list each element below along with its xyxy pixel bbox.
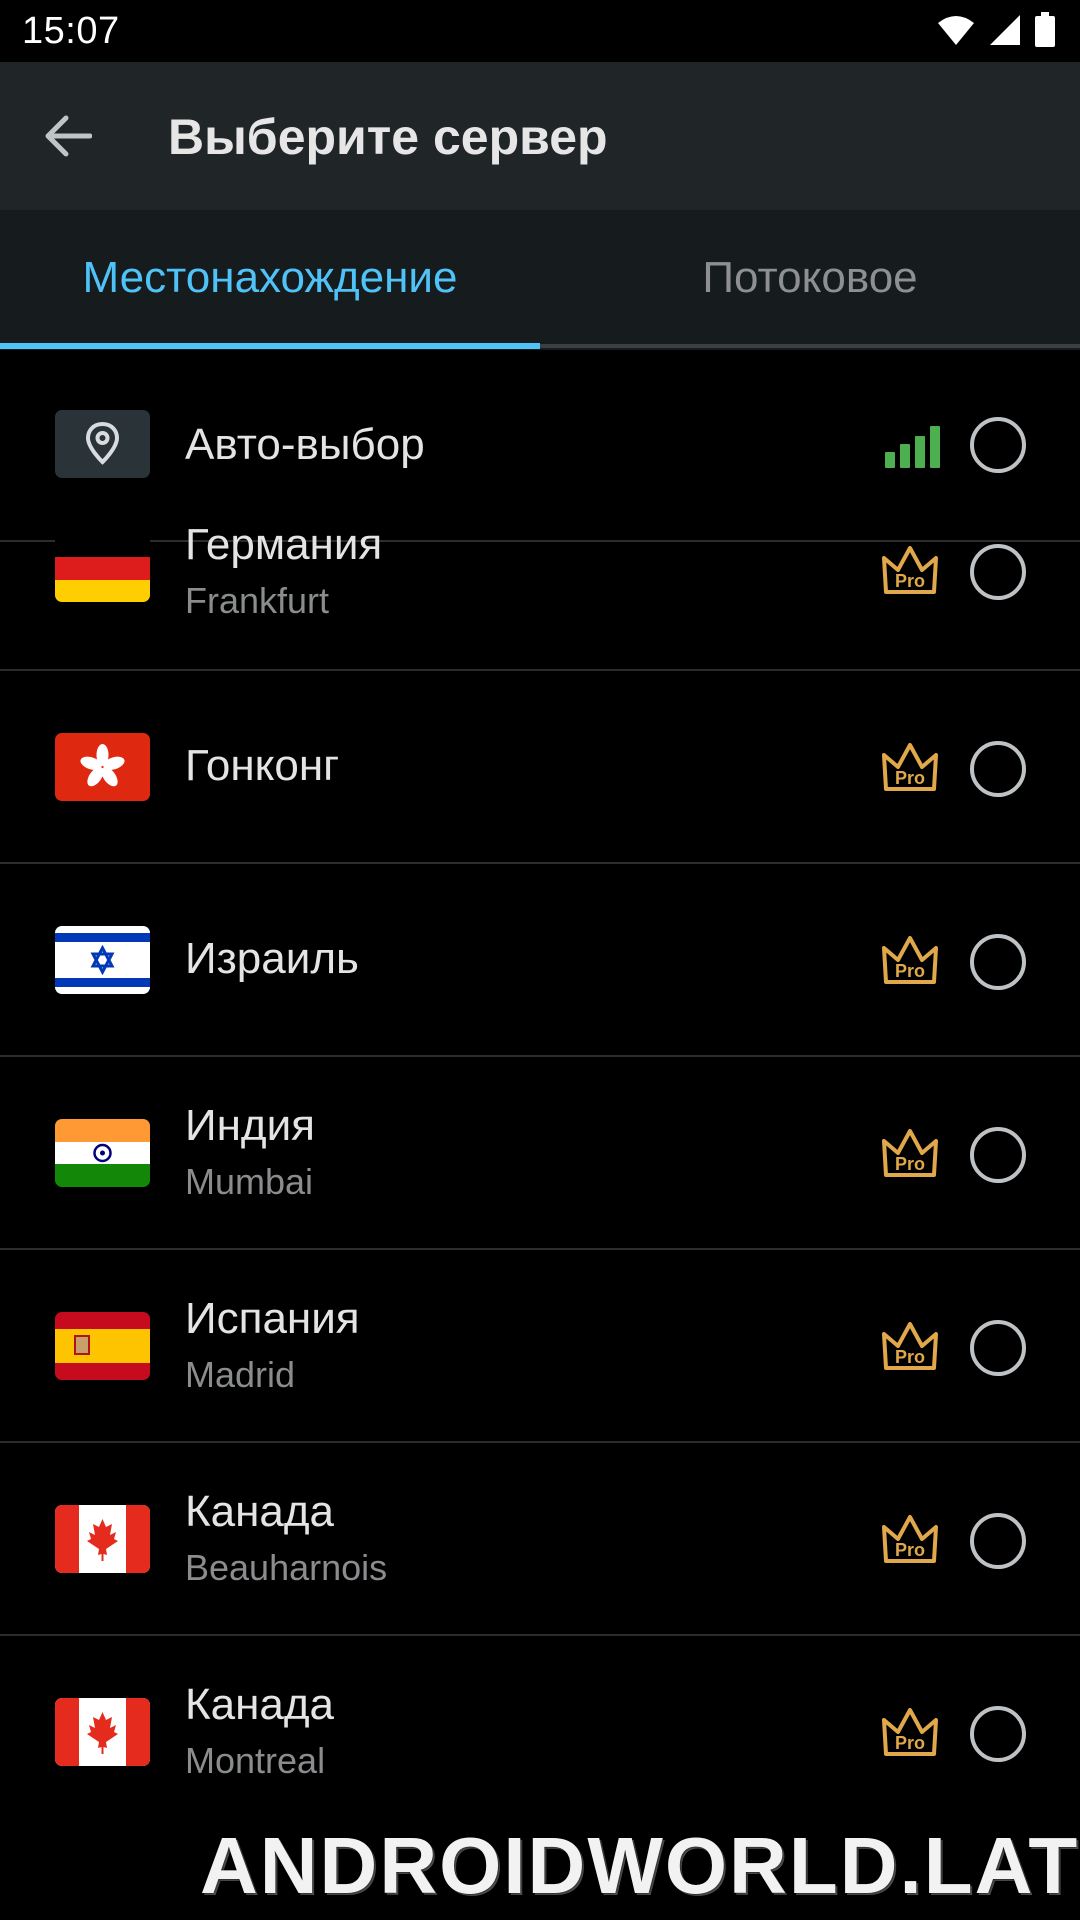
flag-israel xyxy=(55,926,150,994)
pro-label: Pro xyxy=(895,1154,925,1174)
server-title: Испания xyxy=(185,1294,360,1343)
server-row-hong-kong[interactable]: Гонконг Pro xyxy=(0,671,1080,864)
server-row-germany[interactable]: Германия Frankfurt Pro xyxy=(0,520,1080,671)
server-city: Beauharnois xyxy=(185,1547,388,1588)
pro-label: Pro xyxy=(895,1733,925,1753)
server-city: Frankfurt xyxy=(185,580,330,621)
pro-label: Pro xyxy=(895,961,925,981)
pro-label: Pro xyxy=(895,768,925,788)
server-list[interactable]: Авто-выбор Германия Frankfurt Pro Гонкон… xyxy=(0,350,1080,1920)
back-arrow-icon xyxy=(45,115,92,157)
app-bar: Выберите сервер xyxy=(0,62,1080,210)
radio-button[interactable] xyxy=(970,1513,1026,1569)
server-title: Канада xyxy=(185,1487,335,1536)
pro-crown-icon: Pro xyxy=(882,936,938,984)
pro-crown-icon: Pro xyxy=(882,1708,938,1756)
status-icons xyxy=(936,12,1056,48)
flag-canada xyxy=(55,1505,150,1573)
flag-india xyxy=(55,1119,150,1187)
tab-active-indicator xyxy=(0,343,540,349)
radio-button[interactable] xyxy=(970,1706,1026,1762)
pro-crown-icon: Pro xyxy=(882,1515,938,1563)
radio-button[interactable] xyxy=(970,1127,1026,1183)
radio-button[interactable] xyxy=(970,741,1026,797)
radio-button[interactable] xyxy=(970,417,1026,473)
server-title: Канада xyxy=(185,1680,335,1729)
pro-crown-icon: Pro xyxy=(882,743,938,791)
battery-icon xyxy=(1035,12,1055,47)
server-title: Индия xyxy=(185,1101,316,1150)
signal-strength-icon xyxy=(885,424,941,468)
server-row-spain[interactable]: Испания Madrid Pro xyxy=(0,1250,1080,1443)
server-row-canada-beauharnois[interactable]: Канада Beauharnois Pro xyxy=(0,1443,1080,1636)
server-title: Израиль xyxy=(185,934,359,983)
status-time: 15:07 xyxy=(22,10,120,52)
server-row-israel[interactable]: Израиль Pro xyxy=(0,864,1080,1057)
pro-label: Pro xyxy=(895,1347,925,1367)
flag-canada xyxy=(55,1698,150,1766)
location-pin-icon xyxy=(55,410,150,478)
back-button[interactable] xyxy=(28,100,108,172)
wifi-icon xyxy=(938,16,974,45)
server-title: Германия xyxy=(185,520,383,569)
flag-germany xyxy=(55,534,150,602)
radio-button[interactable] xyxy=(970,934,1026,990)
pro-label: Pro xyxy=(895,571,925,591)
cell-signal-icon xyxy=(990,15,1020,45)
page-title: Выберите сервер xyxy=(168,109,608,165)
radio-button[interactable] xyxy=(970,544,1026,600)
pro-crown-icon: Pro xyxy=(882,1322,938,1370)
server-title: Авто-выбор xyxy=(185,420,425,469)
server-row-india[interactable]: Индия Mumbai Pro xyxy=(0,1057,1080,1250)
server-city: Mumbai xyxy=(185,1161,314,1202)
server-city: Madrid xyxy=(185,1354,296,1395)
server-city: Montreal xyxy=(185,1740,326,1781)
tab-location[interactable]: Местонахождение xyxy=(0,210,540,346)
flag-spain xyxy=(55,1312,150,1380)
pro-crown-icon: Pro xyxy=(882,1129,938,1177)
flag-hong-kong xyxy=(55,733,150,801)
server-row-auto[interactable]: Авто-выбор xyxy=(0,350,1080,542)
server-title: Гонконг xyxy=(185,741,340,790)
status-bar: 15:07 xyxy=(0,0,1080,62)
radio-button[interactable] xyxy=(970,1320,1026,1376)
watermark: ANDROIDWORLD.LAT xyxy=(200,1821,1080,1910)
pro-label: Pro xyxy=(895,1540,925,1560)
server-row-canada-montreal[interactable]: Канада Montreal Pro xyxy=(0,1636,1080,1829)
tab-bar: Местонахождение Потоковое xyxy=(0,210,1080,350)
tab-streaming[interactable]: Потоковое xyxy=(540,210,1080,346)
pro-crown-icon: Pro xyxy=(882,546,938,594)
